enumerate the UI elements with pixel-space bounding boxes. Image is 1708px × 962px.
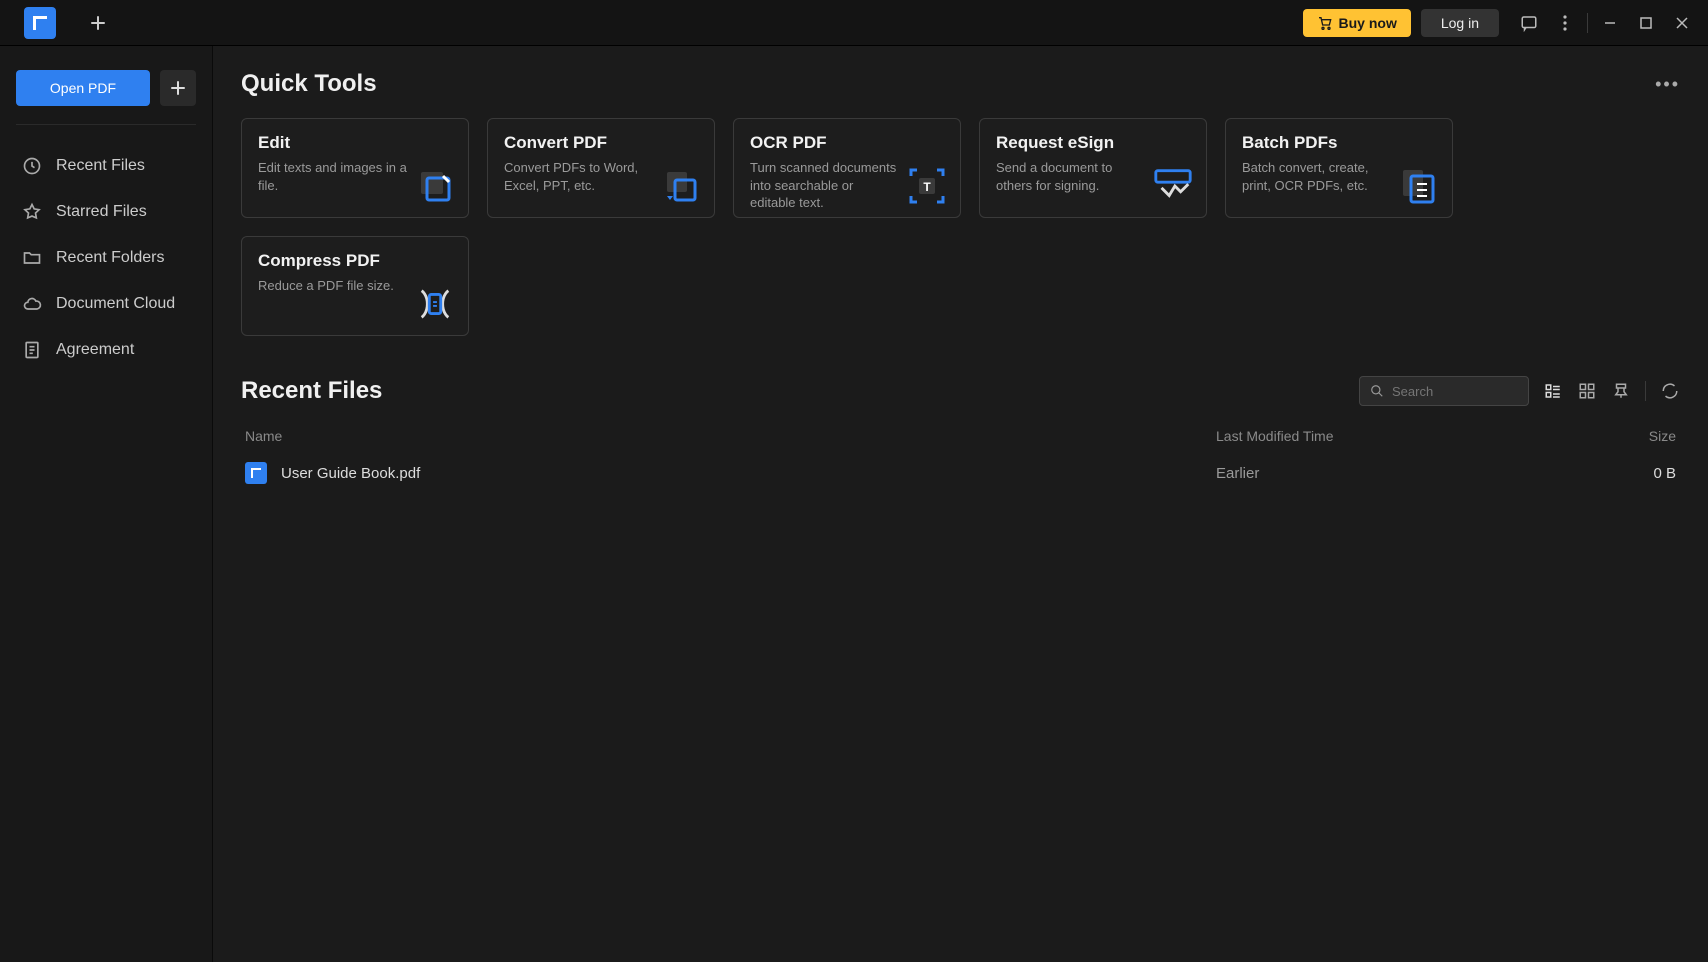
sidebar: Open PDF Recent Files Starred Files Rece…: [0, 46, 213, 962]
grid-view-icon[interactable]: [1577, 381, 1597, 401]
tool-card-ocr[interactable]: OCR PDF Turn scanned documents into sear…: [733, 118, 961, 218]
sidebar-item-label: Document Cloud: [56, 295, 175, 313]
tool-card-esign[interactable]: Request eSign Send a document to others …: [979, 118, 1207, 218]
table-row[interactable]: User Guide Book.pdf Earlier 0 B: [241, 452, 1680, 494]
quick-tools-title: Quick Tools: [241, 70, 377, 98]
tool-card-desc: Reduce a PDF file size.: [258, 277, 408, 295]
minimize-button[interactable]: [1592, 5, 1628, 41]
tool-card-title: Request eSign: [996, 133, 1190, 153]
compress-icon: [414, 283, 456, 325]
tool-card-title: Edit: [258, 133, 452, 153]
sidebar-item-agreement[interactable]: Agreement: [16, 327, 196, 373]
convert-icon: [660, 165, 702, 207]
esign-icon: [1152, 165, 1194, 207]
search-box[interactable]: [1359, 376, 1529, 406]
tool-card-convert[interactable]: Convert PDF Convert PDFs to Word, Excel,…: [487, 118, 715, 218]
create-pdf-button[interactable]: [160, 70, 196, 106]
svg-text:T: T: [923, 180, 931, 194]
tool-card-compress[interactable]: Compress PDF Reduce a PDF file size.: [241, 236, 469, 336]
column-size[interactable]: Size: [1596, 428, 1676, 444]
buy-now-label: Buy now: [1339, 15, 1397, 31]
sidebar-item-document-cloud[interactable]: Document Cloud: [16, 281, 196, 327]
clock-icon: [22, 156, 42, 176]
tool-card-desc: Edit texts and images in a file.: [258, 159, 408, 194]
tool-card-edit[interactable]: Edit Edit texts and images in a file.: [241, 118, 469, 218]
tool-card-title: Compress PDF: [258, 251, 452, 271]
new-tab-button[interactable]: [84, 9, 112, 37]
open-pdf-button[interactable]: Open PDF: [16, 70, 150, 106]
sidebar-item-recent-files[interactable]: Recent Files: [16, 143, 196, 189]
refresh-icon[interactable]: [1660, 381, 1680, 401]
title-bar: Buy now Log in: [0, 0, 1708, 46]
maximize-button[interactable]: [1628, 5, 1664, 41]
close-button[interactable]: [1664, 5, 1700, 41]
tool-card-desc: Batch convert, create, print, OCR PDFs, …: [1242, 159, 1392, 194]
file-name: User Guide Book.pdf: [281, 465, 420, 482]
column-name[interactable]: Name: [245, 428, 1216, 444]
tool-card-title: OCR PDF: [750, 133, 944, 153]
open-pdf-label: Open PDF: [50, 80, 116, 96]
cloud-icon: [22, 294, 42, 314]
tool-card-title: Convert PDF: [504, 133, 698, 153]
tool-card-batch[interactable]: Batch PDFs Batch convert, create, print,…: [1225, 118, 1453, 218]
tool-card-desc: Turn scanned documents into searchable o…: [750, 159, 900, 212]
folder-icon: [22, 248, 42, 268]
tool-card-desc: Convert PDFs to Word, Excel, PPT, etc.: [504, 159, 654, 194]
sidebar-item-label: Starred Files: [56, 203, 147, 221]
file-size: 0 B: [1596, 465, 1676, 482]
edit-icon: [414, 165, 456, 207]
search-icon: [1370, 384, 1384, 398]
document-icon: [22, 340, 42, 360]
sidebar-item-recent-folders[interactable]: Recent Folders: [16, 235, 196, 281]
more-menu-icon[interactable]: [1547, 5, 1583, 41]
sidebar-item-label: Agreement: [56, 341, 134, 359]
login-label: Log in: [1441, 15, 1479, 31]
cart-icon: [1317, 15, 1333, 31]
sidebar-item-label: Recent Folders: [56, 249, 165, 267]
sidebar-item-label: Recent Files: [56, 157, 145, 175]
recent-files-title: Recent Files: [241, 377, 382, 405]
pdf-file-icon: [245, 462, 267, 484]
file-modified: Earlier: [1216, 465, 1596, 482]
quick-tools-more-icon[interactable]: •••: [1655, 74, 1680, 95]
batch-icon: [1398, 165, 1440, 207]
main-content: Quick Tools ••• Edit Edit texts and imag…: [213, 46, 1708, 962]
search-input[interactable]: [1392, 384, 1518, 399]
sidebar-item-starred-files[interactable]: Starred Files: [16, 189, 196, 235]
buy-now-button[interactable]: Buy now: [1303, 9, 1411, 37]
tool-card-desc: Send a document to others for signing.: [996, 159, 1146, 194]
login-button[interactable]: Log in: [1421, 9, 1499, 37]
ocr-icon: T: [906, 165, 948, 207]
feedback-icon[interactable]: [1511, 5, 1547, 41]
pin-icon[interactable]: [1611, 381, 1631, 401]
tool-card-title: Batch PDFs: [1242, 133, 1436, 153]
star-icon: [22, 202, 42, 222]
list-view-icon[interactable]: [1543, 381, 1563, 401]
column-modified[interactable]: Last Modified Time: [1216, 428, 1596, 444]
app-logo: [24, 7, 56, 39]
recent-table-header: Name Last Modified Time Size: [241, 420, 1680, 452]
